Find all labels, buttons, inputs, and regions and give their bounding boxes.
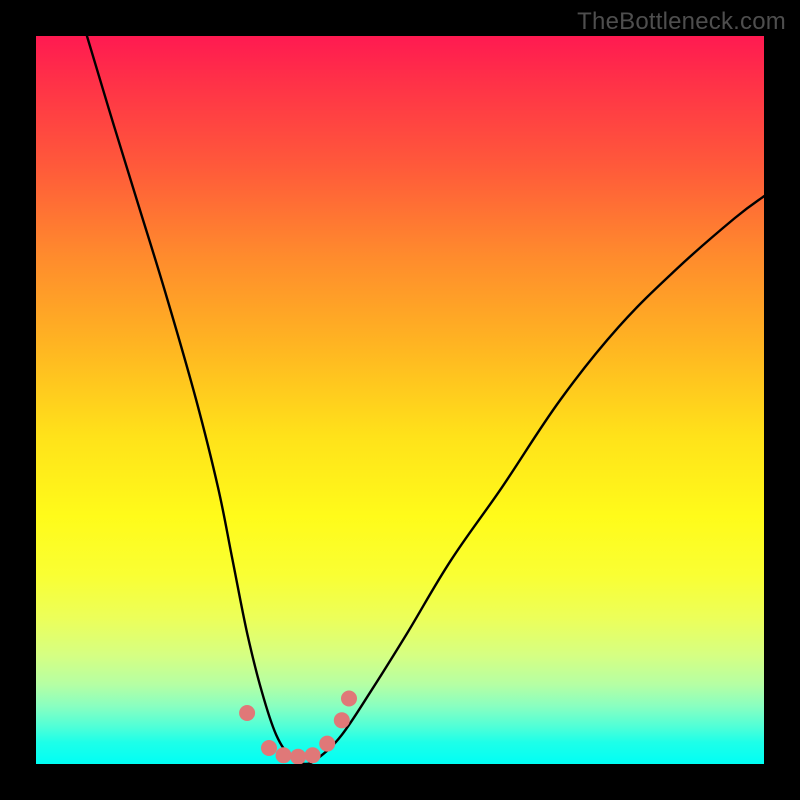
highlight-dot <box>239 705 255 721</box>
chart-svg <box>36 36 764 764</box>
highlight-dot <box>276 747 292 763</box>
highlight-dot <box>334 712 350 728</box>
highlight-dot <box>305 747 321 763</box>
watermark-text: TheBottleneck.com <box>577 8 786 36</box>
highlight-dot <box>261 740 277 756</box>
highlight-dot <box>319 736 335 752</box>
bottleneck-curve <box>87 36 764 764</box>
plot-area <box>36 36 764 764</box>
highlight-dots <box>239 691 357 765</box>
highlight-dot <box>290 749 306 764</box>
chart-stage: TheBottleneck.com <box>0 0 800 800</box>
highlight-dot <box>341 691 357 707</box>
